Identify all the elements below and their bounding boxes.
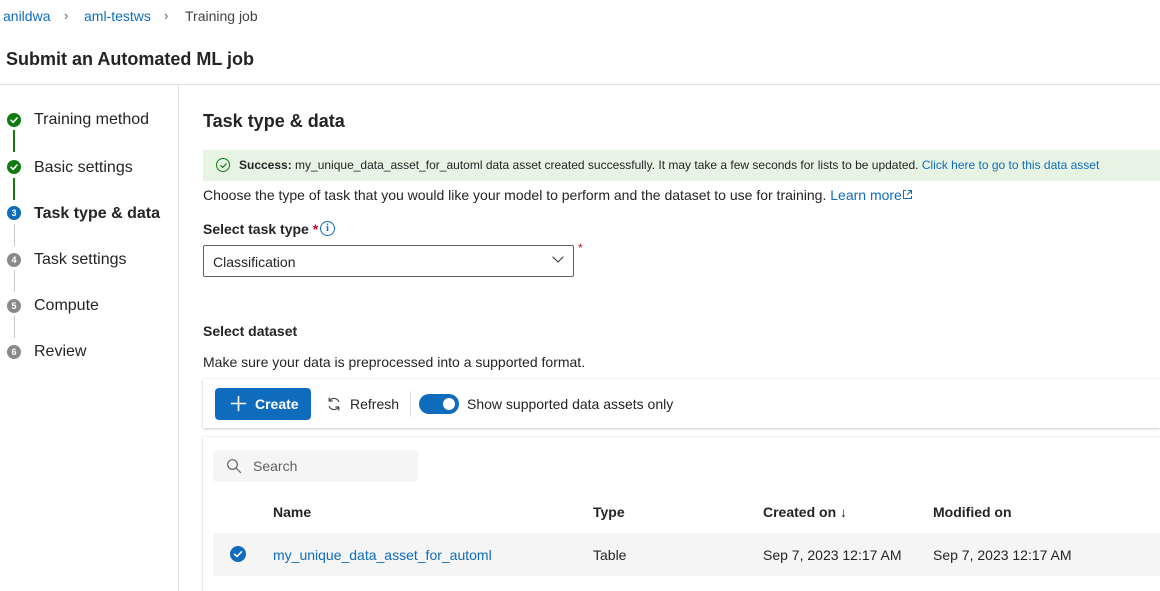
column-header-created-on[interactable]: Created on ↓	[763, 504, 847, 520]
create-button[interactable]: Create	[215, 388, 311, 420]
learn-more-link[interactable]: Learn more	[830, 187, 902, 203]
supported-assets-toggle-label: Show supported data assets only	[467, 396, 674, 412]
step-review[interactable]: Review	[34, 343, 86, 361]
task-type-selected-value: Classification	[213, 254, 296, 270]
chevron-right-icon: ›	[64, 8, 69, 23]
search-box	[213, 450, 418, 482]
success-message-text: my_unique_data_asset_for_automl data ass…	[291, 158, 922, 172]
step-training-method[interactable]: Training method	[34, 111, 149, 129]
column-header-type[interactable]: Type	[593, 504, 625, 520]
task-type-label-text: Select task type	[203, 221, 309, 237]
page-title: Submit an Automated ML job	[6, 49, 254, 69]
checkmark-icon	[7, 113, 21, 127]
header-divider	[0, 84, 1160, 85]
row-modified-on: Sep 7, 2023 12:17 AM	[933, 547, 1072, 563]
dataset-label: Select dataset	[203, 323, 298, 339]
success-prefix: Success:	[239, 158, 292, 172]
search-input[interactable]	[253, 450, 413, 482]
dataset-toolbar: Create Refresh Show supported data asset…	[203, 379, 1160, 428]
required-indicator: *	[578, 241, 583, 255]
step-connector	[14, 224, 15, 246]
section-title: Task type & data	[203, 111, 345, 131]
info-icon[interactable]: i	[320, 221, 335, 236]
step-task-settings[interactable]: Task settings	[34, 251, 126, 269]
row-name-link[interactable]: my_unique_data_asset_for_automl	[273, 547, 492, 563]
dataset-description: Make sure your data is preprocessed into…	[203, 354, 586, 370]
breadcrumb-item-workspace[interactable]: aml-testws	[84, 8, 151, 24]
step-connector	[13, 130, 15, 152]
supported-assets-toggle[interactable]	[419, 394, 459, 414]
sidebar-divider	[178, 85, 179, 591]
task-description: Choose the type of task that you would l…	[203, 187, 913, 203]
row-selected-checkmark-icon[interactable]	[230, 546, 246, 562]
refresh-button-label: Refresh	[350, 396, 400, 412]
plus-icon	[230, 395, 247, 412]
column-header-name[interactable]: Name	[273, 504, 311, 520]
success-message-bar: Success: my_unique_data_asset_for_automl…	[203, 150, 1160, 181]
step-connector	[14, 316, 15, 338]
step-number-4-icon: 4	[7, 253, 21, 267]
breadcrumb-item-current: Training job	[185, 8, 258, 24]
required-indicator: *	[312, 221, 319, 237]
step-connector	[14, 270, 15, 292]
chevron-down-icon	[552, 256, 564, 263]
task-description-text: Choose the type of task that you would l…	[203, 187, 831, 203]
search-icon	[227, 459, 242, 474]
task-type-dropdown[interactable]: Classification	[203, 245, 574, 277]
create-button-label: Create	[255, 396, 299, 412]
table-row[interactable]: my_unique_data_asset_for_automl Table Se…	[213, 533, 1160, 576]
toggle-knob	[443, 398, 455, 410]
row-type: Table	[593, 547, 627, 563]
dataset-table: Name Type Created on ↓ Modified on my_un…	[203, 437, 1160, 591]
step-number-3-icon: 3	[7, 206, 21, 220]
external-link-icon	[902, 190, 912, 199]
success-check-icon	[216, 158, 230, 172]
step-number-5-icon: 5	[7, 299, 21, 313]
step-basic-settings[interactable]: Basic settings	[34, 159, 133, 177]
success-message: Success: my_unique_data_asset_for_automl…	[239, 158, 1099, 172]
toolbar-divider	[410, 391, 411, 417]
step-compute[interactable]: Compute	[34, 297, 99, 315]
refresh-icon	[328, 397, 340, 411]
refresh-button[interactable]: Refresh	[324, 388, 404, 420]
checkmark-icon	[7, 160, 21, 174]
chevron-right-icon: ›	[164, 8, 169, 23]
step-task-type-data[interactable]: Task type & data	[34, 205, 160, 223]
column-header-modified-on[interactable]: Modified on	[933, 504, 1012, 520]
breadcrumb-item-workspace-owner[interactable]: anildwa	[3, 8, 50, 24]
task-type-label: Select task type *	[203, 221, 318, 237]
breadcrumb: anildwa › aml-testws › Training job	[0, 0, 1160, 34]
step-connector	[13, 178, 15, 200]
go-to-data-asset-link[interactable]: Click here to go to this data asset	[922, 158, 1099, 172]
step-number-6-icon: 6	[7, 345, 21, 359]
row-created-on: Sep 7, 2023 12:17 AM	[763, 547, 902, 563]
